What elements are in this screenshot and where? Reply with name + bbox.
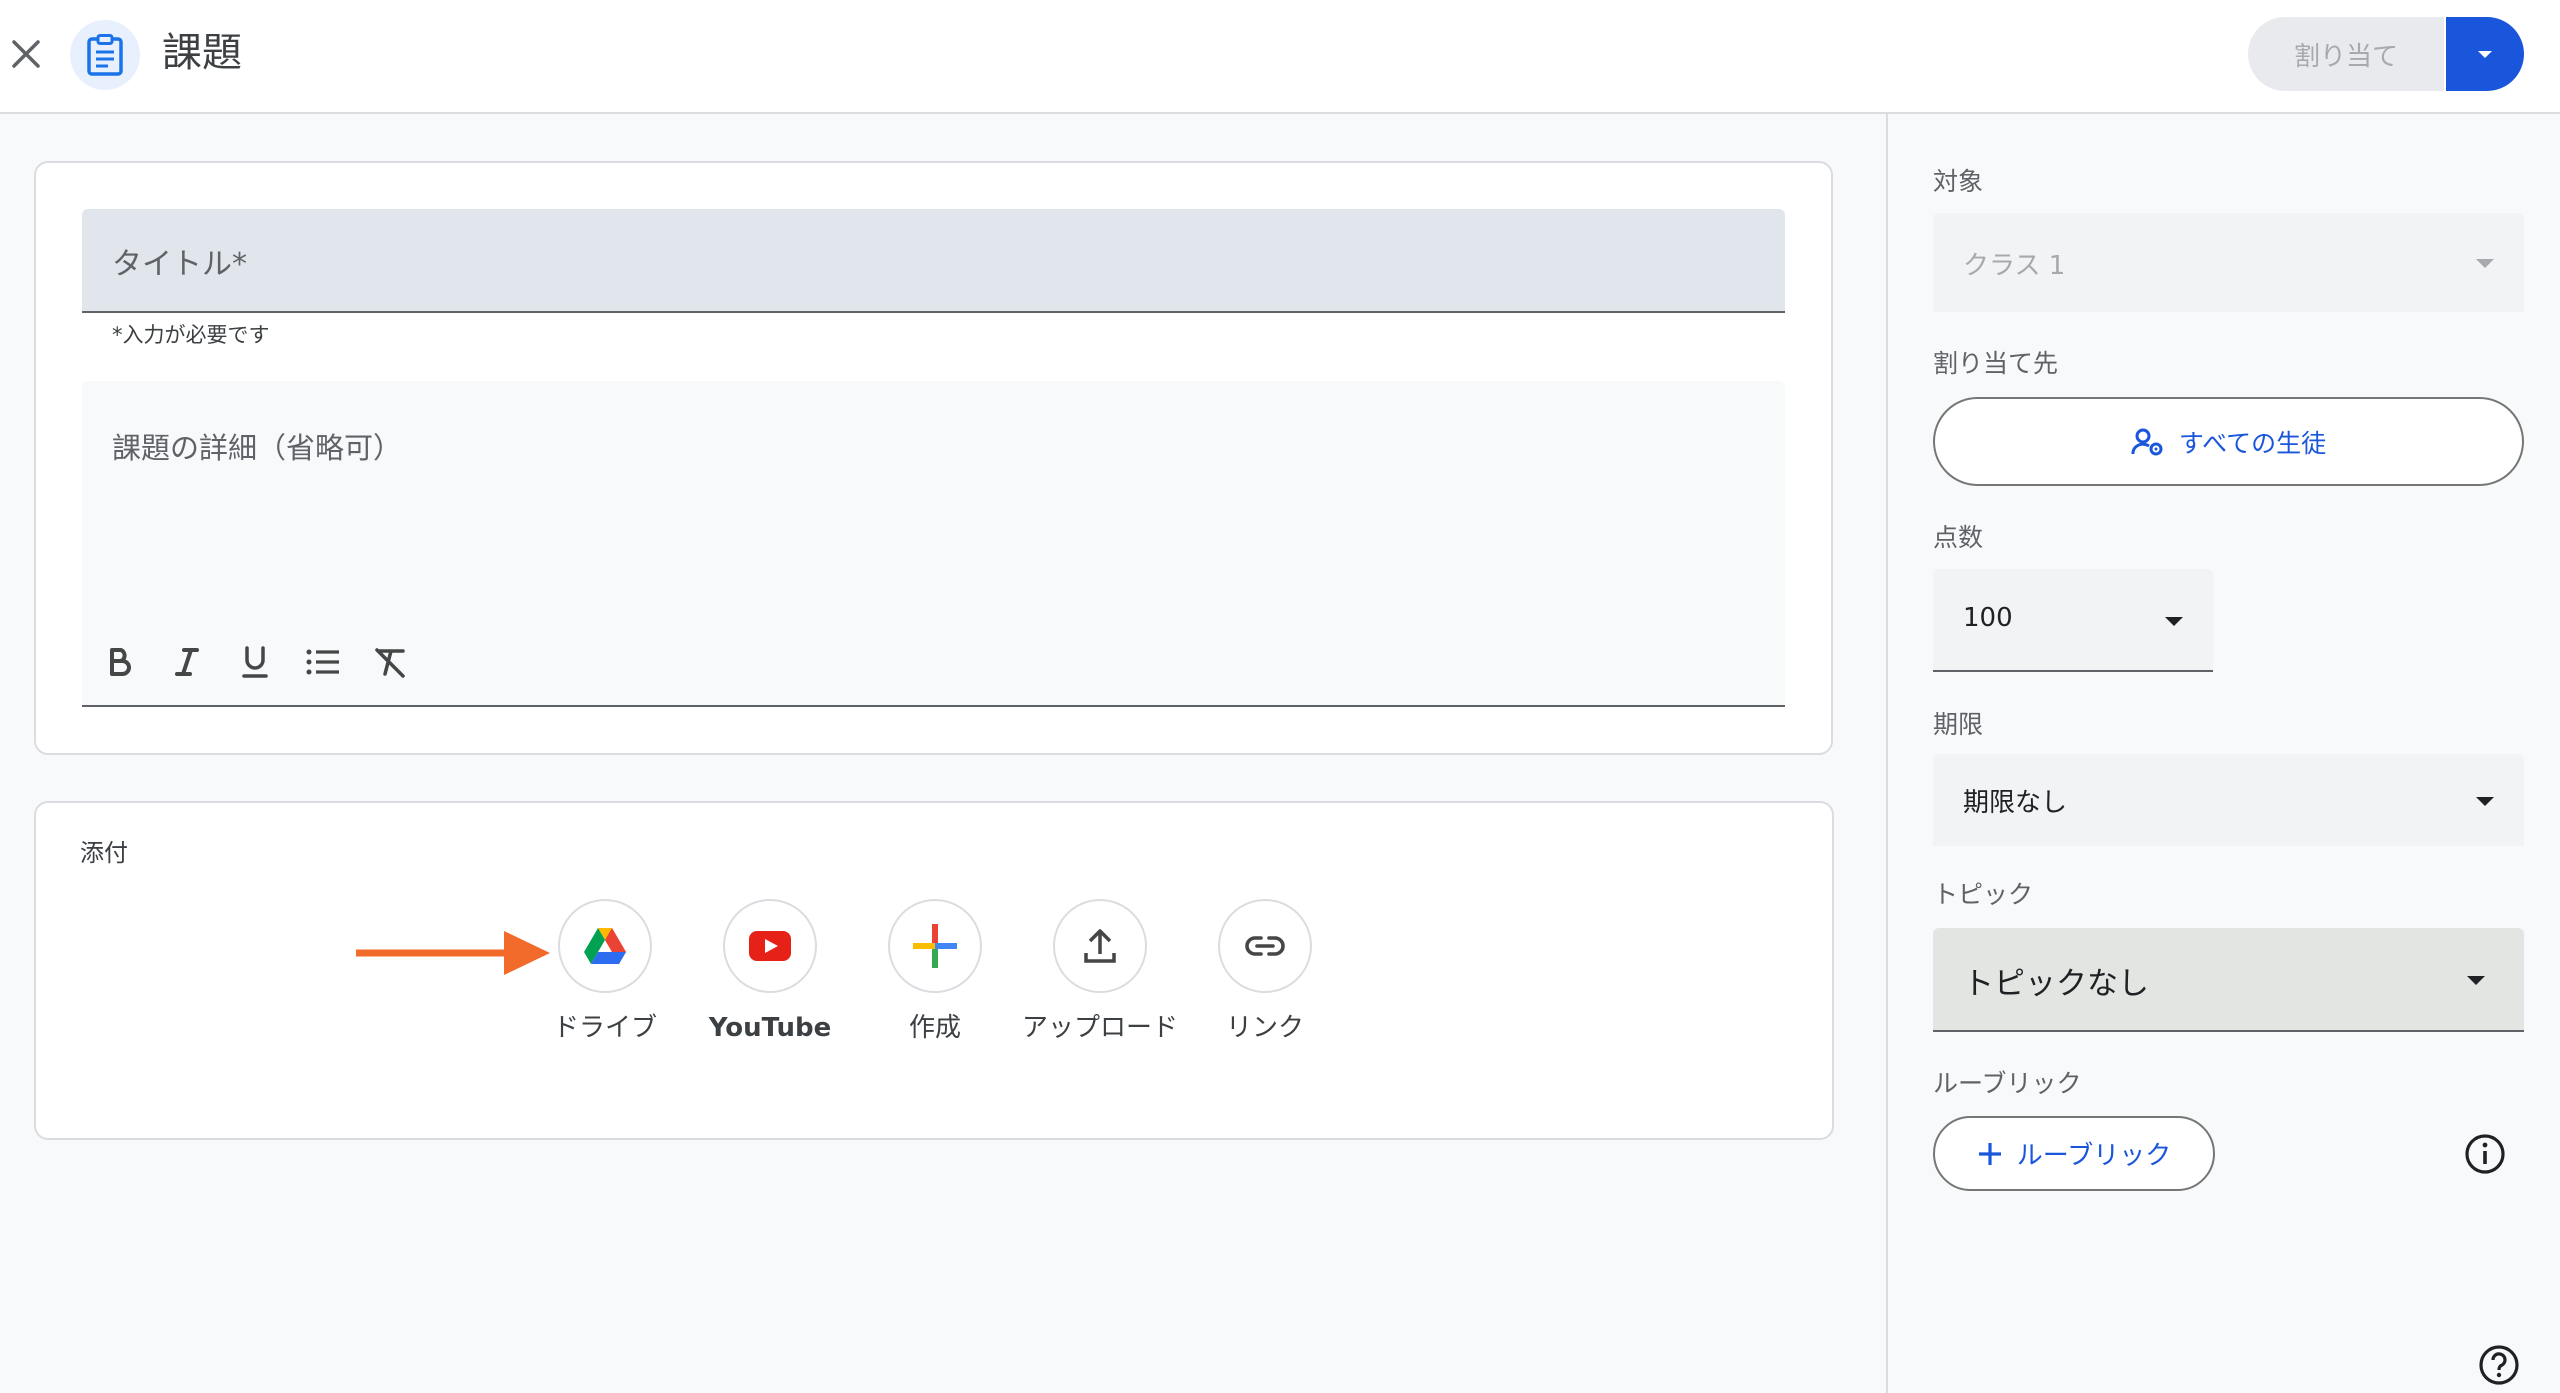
required-note: *入力が必要です bbox=[112, 323, 270, 347]
topic-select[interactable]: トピックなし bbox=[1933, 928, 2524, 1032]
topic-select-value: トピックなし bbox=[1963, 966, 2149, 1002]
info-icon[interactable] bbox=[2464, 1133, 2506, 1175]
attach-youtube-button[interactable]: YouTube bbox=[690, 899, 850, 1045]
bulleted-list-button[interactable] bbox=[298, 637, 348, 687]
topic-label: トピック bbox=[1933, 880, 2034, 909]
youtube-icon bbox=[749, 931, 791, 961]
points-select-value: 100 bbox=[1963, 603, 2013, 633]
attachments-label: 添付 bbox=[80, 839, 128, 867]
title-placeholder: タイトル* bbox=[112, 247, 247, 282]
caret-down-icon bbox=[2467, 976, 2485, 985]
due-select-value: 期限なし bbox=[1963, 788, 2068, 818]
bold-button[interactable] bbox=[94, 637, 144, 687]
attach-link-label: リンク bbox=[1225, 1013, 1304, 1043]
points-label: 点数 bbox=[1933, 523, 1984, 552]
italic-button[interactable] bbox=[162, 637, 212, 687]
attach-drive-circle bbox=[558, 899, 652, 993]
app-header: 課題 割り当て bbox=[0, 0, 2560, 114]
create-plus-icon bbox=[913, 924, 957, 968]
due-label: 期限 bbox=[1933, 710, 1984, 739]
link-icon bbox=[1245, 936, 1285, 956]
help-icon[interactable] bbox=[2478, 1344, 2520, 1386]
attach-drive-label: ドライブ bbox=[552, 1013, 657, 1043]
class-select-value: クラス 1 bbox=[1963, 251, 2066, 281]
close-icon bbox=[12, 40, 40, 68]
add-rubric-button[interactable]: ルーブリック bbox=[1933, 1116, 2215, 1191]
attachments-card: 添付 ドライブ YouTube 作成 アップロード リンク bbox=[34, 801, 1834, 1140]
attach-link-circle bbox=[1218, 899, 1312, 993]
caret-down-icon bbox=[2476, 259, 2494, 268]
rubric-label: ルーブリック bbox=[1933, 1069, 2082, 1098]
underline-button[interactable] bbox=[230, 637, 280, 687]
attach-link-button[interactable]: リンク bbox=[1185, 899, 1345, 1045]
close-button[interactable] bbox=[6, 28, 46, 80]
all-students-button[interactable]: すべての生徒 bbox=[1933, 397, 2524, 486]
attach-youtube-circle bbox=[723, 899, 817, 993]
attach-create-label: 作成 bbox=[908, 1013, 961, 1043]
clear-formatting-icon bbox=[375, 648, 405, 678]
underline-icon bbox=[242, 646, 268, 678]
attach-create-button[interactable]: 作成 bbox=[855, 899, 1015, 1045]
points-select[interactable]: 100 bbox=[1933, 569, 2213, 672]
clear-formatting-button[interactable] bbox=[366, 637, 416, 687]
assign-to-label: 割り当て先 bbox=[1933, 349, 2059, 378]
attach-drive-button[interactable]: ドライブ bbox=[525, 899, 685, 1045]
attach-upload-circle bbox=[1053, 899, 1147, 993]
google-drive-icon bbox=[584, 928, 626, 964]
assign-options-button[interactable] bbox=[2446, 17, 2524, 91]
add-rubric-label: ルーブリック bbox=[2016, 1141, 2172, 1171]
class-select[interactable]: クラス 1 bbox=[1933, 213, 2524, 312]
formatting-toolbar bbox=[94, 637, 416, 697]
caret-down-icon bbox=[2478, 51, 2492, 58]
caret-down-icon bbox=[2476, 797, 2494, 806]
assignment-icon bbox=[87, 34, 123, 76]
page-title: 課題 bbox=[162, 30, 242, 76]
assign-button[interactable]: 割り当て bbox=[2248, 17, 2444, 91]
caret-down-icon bbox=[2165, 617, 2183, 626]
students-settings-icon bbox=[2131, 428, 2163, 455]
all-students-label: すべての生徒 bbox=[2178, 428, 2327, 458]
due-select[interactable]: 期限なし bbox=[1933, 754, 2524, 846]
assignment-app-icon bbox=[70, 20, 140, 90]
bulleted-list-icon bbox=[306, 649, 339, 675]
italic-icon bbox=[175, 648, 199, 676]
attach-upload-label: アップロード bbox=[1021, 1013, 1178, 1043]
title-input[interactable]: タイトル* bbox=[82, 209, 1785, 313]
details-placeholder: 課題の詳細（省略可） bbox=[112, 431, 403, 465]
bold-icon bbox=[110, 648, 131, 676]
for-label: 対象 bbox=[1933, 167, 1984, 196]
details-input[interactable]: 課題の詳細（省略可） bbox=[82, 381, 1785, 707]
plus-icon bbox=[1978, 1142, 2001, 1165]
attach-upload-button[interactable]: アップロード bbox=[1020, 899, 1180, 1045]
sidebar-divider bbox=[1886, 114, 1888, 1393]
attach-youtube-label: YouTube bbox=[708, 1013, 832, 1043]
attach-create-circle bbox=[888, 899, 982, 993]
orange-arrow-annotation bbox=[356, 931, 550, 975]
upload-icon bbox=[1084, 929, 1116, 963]
assignment-form-card: タイトル* *入力が必要です 課題の詳細（省略可） bbox=[34, 161, 1833, 755]
